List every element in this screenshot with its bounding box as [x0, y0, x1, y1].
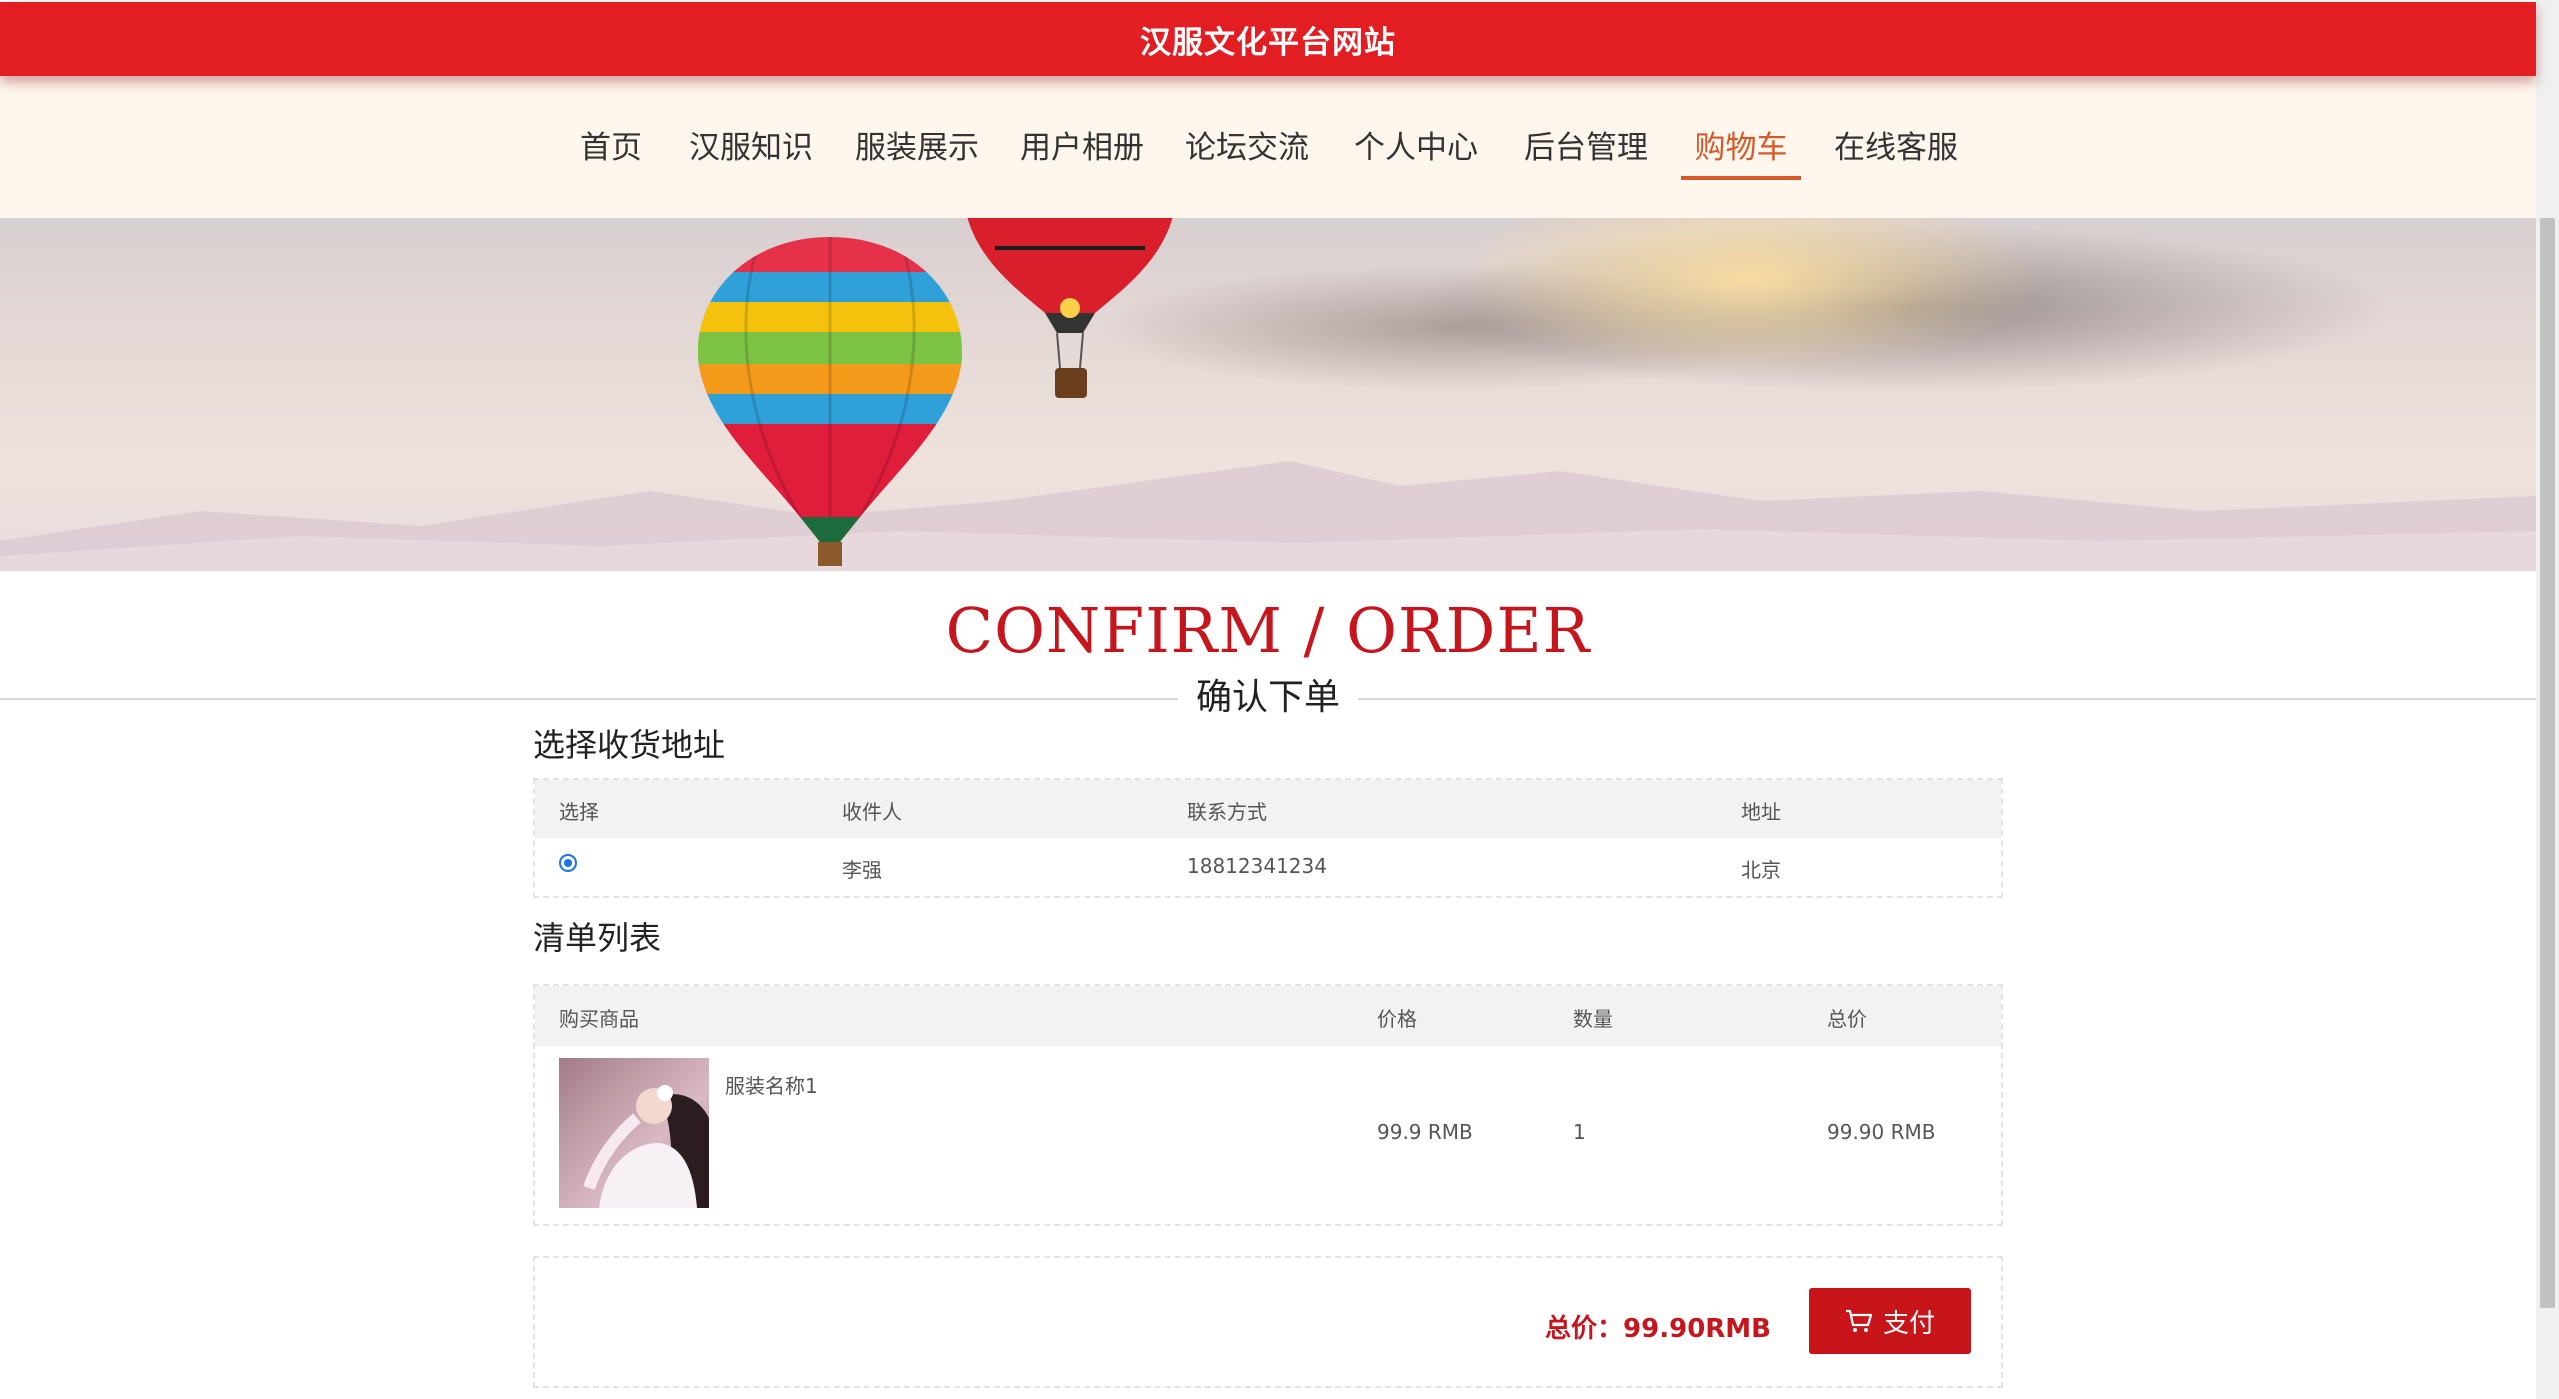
header-product: 购买商品	[559, 1007, 639, 1031]
nav-item-cart[interactable]: 购物车	[1681, 126, 1801, 180]
shipping-address: 北京	[1741, 858, 1781, 882]
pay-button[interactable]: 支付	[1809, 1288, 1971, 1354]
nav-item-hanfu-knowledge[interactable]: 汉服知识	[689, 126, 813, 180]
receiver-name: 李强	[842, 858, 882, 882]
product-thumbnail[interactable]	[559, 1058, 709, 1208]
nav-item-clothing-showcase[interactable]: 服装展示	[855, 126, 979, 180]
pay-button-label: 支付	[1882, 1308, 1935, 1339]
page-heading-cn: 确认下单	[1178, 672, 1358, 724]
product-total: 99.90 RMB	[1827, 1120, 1936, 1144]
site-header: 汉服文化平台网站	[0, 2, 2536, 76]
list-section-title: 清单列表	[533, 919, 662, 957]
order-items-table: 购买商品 价格 数量 总价 服装名称1 99.9 RMB 1 99.90 RMB	[533, 984, 2003, 1226]
order-summary: 总价：99.90RMB 支付	[533, 1256, 2003, 1388]
nav-item-personal-center[interactable]: 个人中心	[1354, 126, 1478, 180]
red-balloon-illustration	[967, 218, 1173, 398]
nav-item-home[interactable]: 首页	[579, 126, 643, 180]
scrollbar-thumb[interactable]	[2540, 218, 2555, 1308]
product-price: 99.9 RMB	[1377, 1120, 1473, 1144]
nav-item-online-service[interactable]: 在线客服	[1834, 126, 1958, 180]
page-scrollbar[interactable]	[2536, 0, 2559, 1399]
header-select: 选择	[559, 800, 599, 824]
product-quantity: 1	[1573, 1120, 1586, 1144]
product-name[interactable]: 服装名称1	[725, 1070, 818, 1099]
contact-phone: 18812341234	[1187, 854, 1327, 878]
order-table-header: 购买商品 价格 数量 总价	[535, 986, 2001, 1046]
nav-item-forum[interactable]: 论坛交流	[1185, 126, 1309, 180]
header-contact: 联系方式	[1187, 800, 1267, 824]
nav-item-user-album[interactable]: 用户相册	[1020, 126, 1144, 180]
nav-item-admin[interactable]: 后台管理	[1524, 126, 1648, 180]
page-heading-en: CONFIRM / ORDER	[945, 594, 1591, 667]
address-section-title: 选择收货地址	[533, 726, 726, 764]
main-nav: 首页 汉服知识 服装展示 用户相册 论坛交流 个人中心 后台管理 购物车 在线客…	[0, 76, 2536, 218]
header-receiver: 收件人	[842, 800, 902, 824]
rainbow-balloon-illustration	[697, 237, 963, 566]
address-table: 选择 收件人 联系方式 地址 李强 18812341234 北京	[533, 778, 2003, 898]
mountains-illustration	[0, 461, 2536, 571]
header-total: 总价	[1827, 1007, 1867, 1031]
header-address: 地址	[1741, 800, 1781, 824]
cart-icon	[1845, 1309, 1873, 1332]
address-table-header: 选择 收件人 联系方式 地址	[535, 780, 2001, 838]
site-title: 汉服文化平台网站	[1140, 24, 1396, 61]
header-price: 价格	[1377, 1007, 1417, 1031]
banner-image	[0, 218, 2536, 571]
header-quantity: 数量	[1573, 1007, 1613, 1031]
order-total: 总价：99.90RMB	[1545, 1314, 1771, 1344]
radio-selected-icon[interactable]	[559, 854, 577, 872]
